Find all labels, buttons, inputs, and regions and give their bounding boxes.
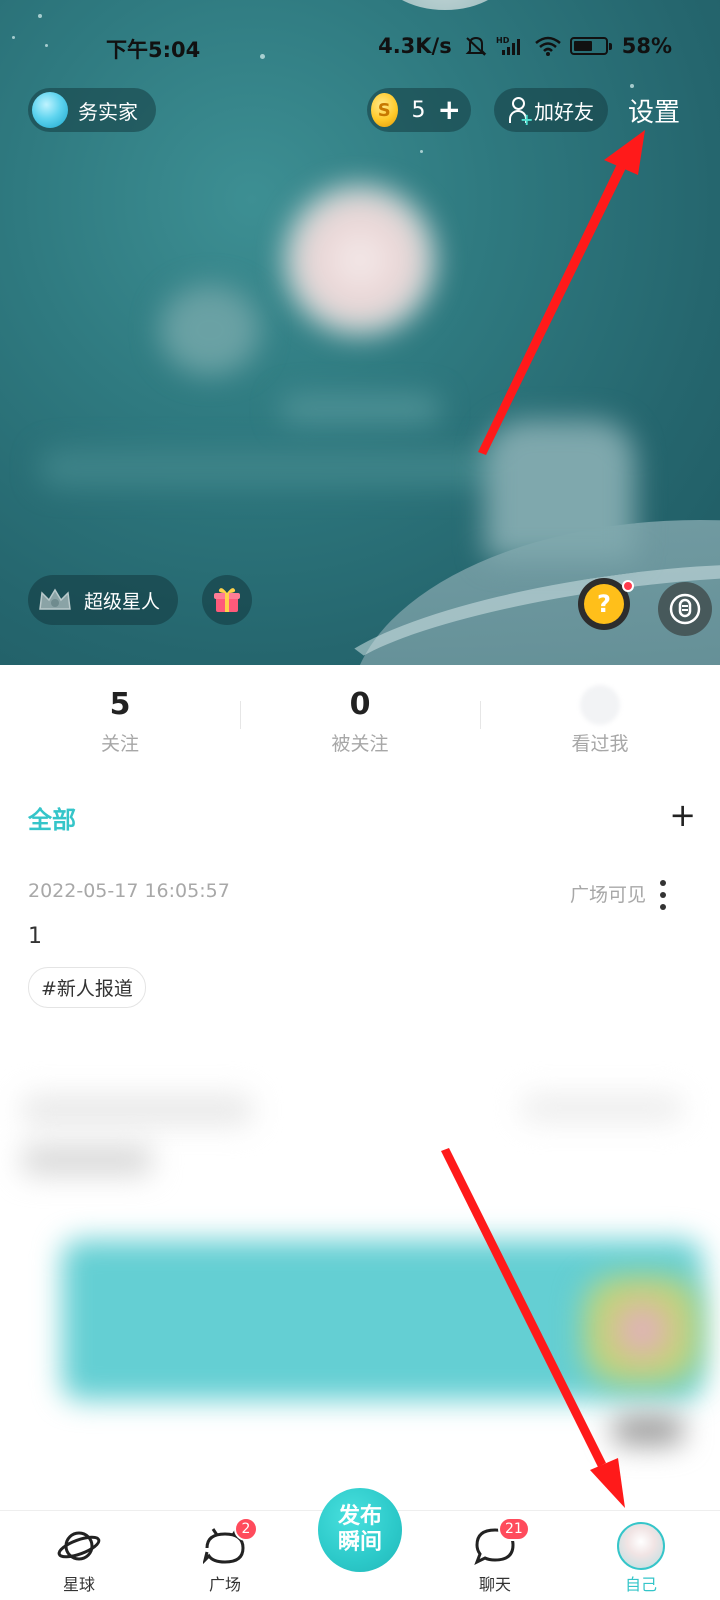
visitor-avatar — [580, 685, 620, 725]
add-post-button[interactable]: + — [669, 796, 696, 834]
nav-label-planet: 星球 — [62, 1575, 95, 1594]
blurred-post — [22, 1085, 702, 1445]
character-blurred — [485, 420, 635, 560]
avatar-icon — [617, 1522, 665, 1570]
plaza-badge: 2 — [234, 1517, 258, 1541]
post-item[interactable]: 2022-05-17 16:05:57 广场可见 1 #新人报道 — [28, 880, 692, 1008]
net-speed: 4.3K/s — [378, 34, 452, 58]
voice-button[interactable] — [658, 582, 712, 636]
battery-level: 58% — [621, 34, 672, 58]
voice-icon — [669, 593, 701, 625]
gift-icon — [214, 588, 240, 612]
add-friend-label: 加好友 — [534, 99, 594, 124]
add-coins-icon: + — [437, 93, 461, 126]
super-star-button[interactable]: 超级星人 — [28, 575, 179, 625]
nav-label-me: 自己 — [624, 1575, 657, 1594]
profile-header: 下午5:04 4.3K/s HD 58% 务实家 S 5 + + 加好友 设置 … — [0, 0, 720, 665]
profile-name-blurred — [280, 395, 440, 423]
nav-item-plaza[interactable]: 2 广场 — [170, 1517, 280, 1595]
notification-dot — [622, 580, 634, 592]
profile-tags-blurred — [40, 450, 560, 486]
coin-count: 5 — [411, 97, 426, 123]
coin-icon: S — [371, 93, 398, 127]
following-label: 关注 — [100, 733, 139, 755]
visitors-stat[interactable]: 看过我 — [480, 665, 720, 765]
followers-stat[interactable]: 0 被关注 — [240, 665, 480, 765]
post-visibility: 广场可见 — [569, 884, 646, 906]
status-bar: 下午5:04 4.3K/s HD 58% — [0, 34, 720, 64]
followers-label: 被关注 — [331, 733, 389, 755]
blurred-text — [22, 1095, 252, 1125]
star-decoration — [630, 84, 634, 88]
post-meta: 2022-05-17 16:05:57 广场可见 — [28, 880, 692, 910]
blurred-text — [522, 1095, 682, 1121]
publish-label-line2: 瞬间 — [337, 1530, 382, 1555]
stats-row: 5 关注 0 被关注 看过我 — [0, 665, 720, 765]
star-decoration — [38, 14, 42, 18]
crown-icon — [39, 588, 71, 610]
wifi-icon — [534, 36, 561, 56]
question-cat-icon: ? — [584, 584, 624, 624]
followers-count: 0 — [349, 687, 371, 722]
planet-icon — [57, 1531, 101, 1561]
hd-signal-icon: HD — [496, 36, 520, 55]
blurred-chip — [612, 1415, 684, 1445]
blurred-text — [22, 1145, 152, 1175]
nav-item-chat[interactable]: 21 聊天 — [440, 1517, 550, 1595]
mute-icon — [465, 36, 487, 56]
blurred-image — [582, 1275, 702, 1385]
visitors-label: 看过我 — [571, 733, 629, 755]
star-decoration — [420, 150, 423, 153]
post-timestamp: 2022-05-17 16:05:57 — [28, 880, 230, 902]
blurred-decoration — [160, 285, 260, 375]
user-avatar-icon — [32, 92, 68, 128]
svg-text:HD: HD — [496, 36, 510, 45]
nickname: 务实家 — [78, 99, 138, 124]
super-star-label: 超级星人 — [84, 590, 161, 613]
nav-item-me[interactable]: 自己 — [586, 1522, 696, 1595]
settings-button[interactable]: 设置 — [628, 92, 680, 129]
post-body: 1 — [28, 924, 42, 949]
publish-label-line1: 发布 — [337, 1504, 382, 1529]
nav-item-planet[interactable]: 星球 — [24, 1523, 134, 1595]
battery-icon — [569, 37, 612, 55]
gift-button[interactable] — [202, 575, 252, 625]
post-tag[interactable]: #新人报道 — [28, 967, 146, 1008]
status-time: 下午5:04 — [106, 38, 201, 62]
more-options-icon[interactable] — [660, 880, 668, 910]
following-count: 5 — [109, 687, 131, 722]
nickname-pill[interactable]: 务实家 — [28, 88, 156, 132]
status-icons: 4.3K/s HD 58% — [378, 34, 672, 58]
following-stat[interactable]: 5 关注 — [0, 665, 240, 765]
moon-decoration — [380, 0, 510, 10]
tab-all[interactable]: 全部 — [28, 806, 76, 834]
coin-balance-button[interactable]: S 5 + — [367, 88, 471, 132]
add-person-icon: + — [508, 97, 533, 129]
publish-moment-button[interactable]: 发布 瞬间 — [318, 1488, 402, 1572]
nav-label-chat: 聊天 — [478, 1575, 511, 1594]
add-friend-button[interactable]: + 加好友 — [494, 88, 608, 132]
profile-avatar-blurred[interactable] — [285, 185, 435, 335]
feed-header: 全部 + — [28, 796, 696, 840]
chat-badge: 21 — [498, 1517, 530, 1541]
nav-label-plaza: 广场 — [208, 1575, 241, 1594]
